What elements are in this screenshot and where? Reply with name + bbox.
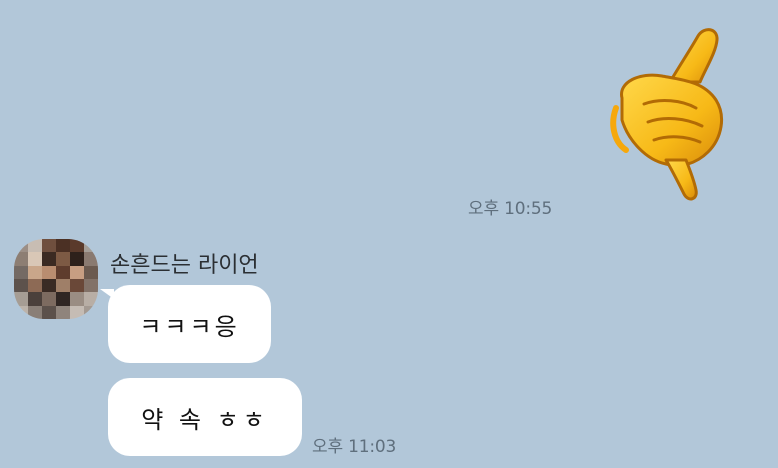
message-text: ㅋㅋㅋ응 — [139, 312, 240, 341]
chat-room: 오후 10:55 손흔드는 라이언 ㅋㅋㅋ응 약 속 ㅎㅎ 오후 11:03 — [0, 0, 778, 468]
sender-name: 손흔드는 라이언 — [110, 253, 259, 278]
sender-avatar[interactable] — [14, 239, 98, 319]
call-me-hand-sticker[interactable] — [600, 20, 730, 205]
incoming-message-bubble[interactable]: ㅋㅋㅋ응 — [100, 285, 271, 363]
outgoing-message-time: 오후 10:55 — [468, 199, 553, 219]
incoming-message-time: 오후 11:03 — [312, 437, 397, 457]
message-text: 약 속 ㅎㅎ — [141, 405, 269, 434]
incoming-message-bubble[interactable]: 약 속 ㅎㅎ — [108, 378, 302, 456]
